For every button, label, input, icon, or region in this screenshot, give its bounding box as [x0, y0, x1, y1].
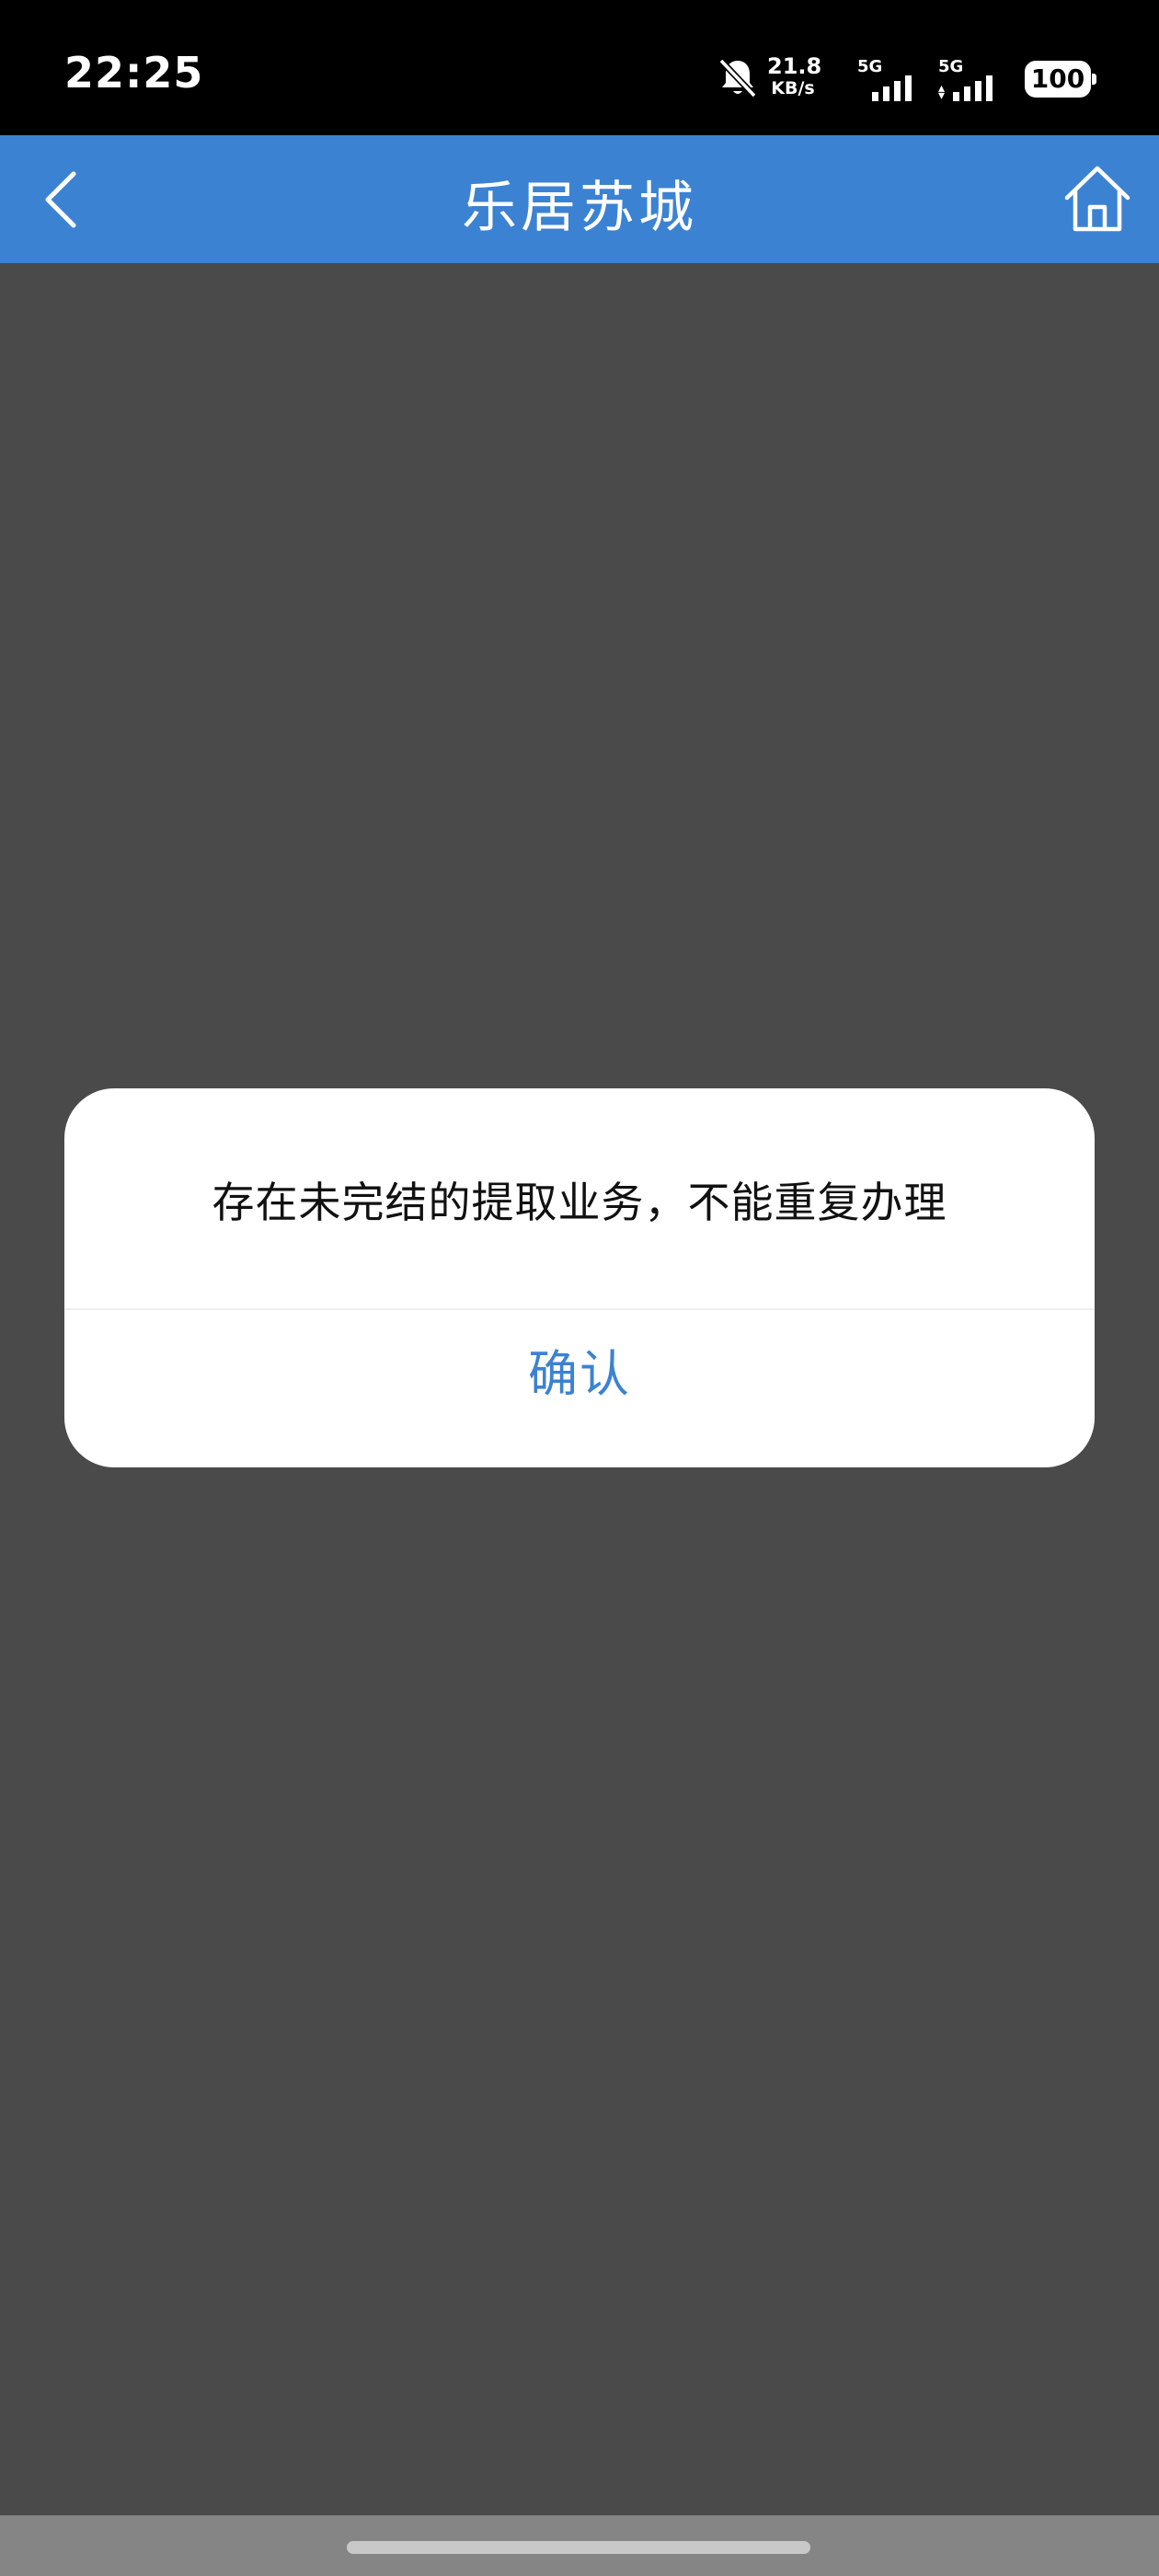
battery-icon: 100	[1025, 61, 1096, 98]
confirm-button[interactable]: 确认	[64, 1310, 1095, 1467]
status-bar: 22:25 21.8 KB/s 5G 5G ▴ ▾ 100	[0, 0, 1159, 135]
status-time: 22:25	[64, 48, 204, 98]
sim1-label: 5G	[857, 57, 883, 76]
home-indicator[interactable]	[347, 2541, 810, 2554]
app-header: 乐居苏城	[0, 135, 1159, 263]
home-button[interactable]	[1061, 163, 1133, 235]
alert-dialog: 存在未完结的提取业务，不能重复办理 确认	[64, 1088, 1095, 1467]
sim2-label: 5G	[938, 57, 964, 76]
bell-muted-icon	[718, 58, 757, 98]
network-speed: 21.8 KB/s	[767, 53, 822, 98]
page-title: 乐居苏城	[462, 176, 697, 240]
signal-icon-sim1: 5G	[857, 57, 912, 101]
net-speed-unit: KB/s	[771, 78, 815, 98]
net-speed-value: 21.8	[767, 53, 822, 79]
system-nav-bar	[0, 2515, 1159, 2576]
status-icons: 21.8 KB/s 5G 5G ▴ ▾ 100	[655, 53, 1096, 103]
signal-icon-sim2: 5G ▴ ▾	[938, 57, 993, 103]
dialog-message: 存在未完结的提取业务，不能重复办理	[212, 1178, 947, 1227]
data-arrows-icon: ▴ ▾	[938, 81, 946, 103]
